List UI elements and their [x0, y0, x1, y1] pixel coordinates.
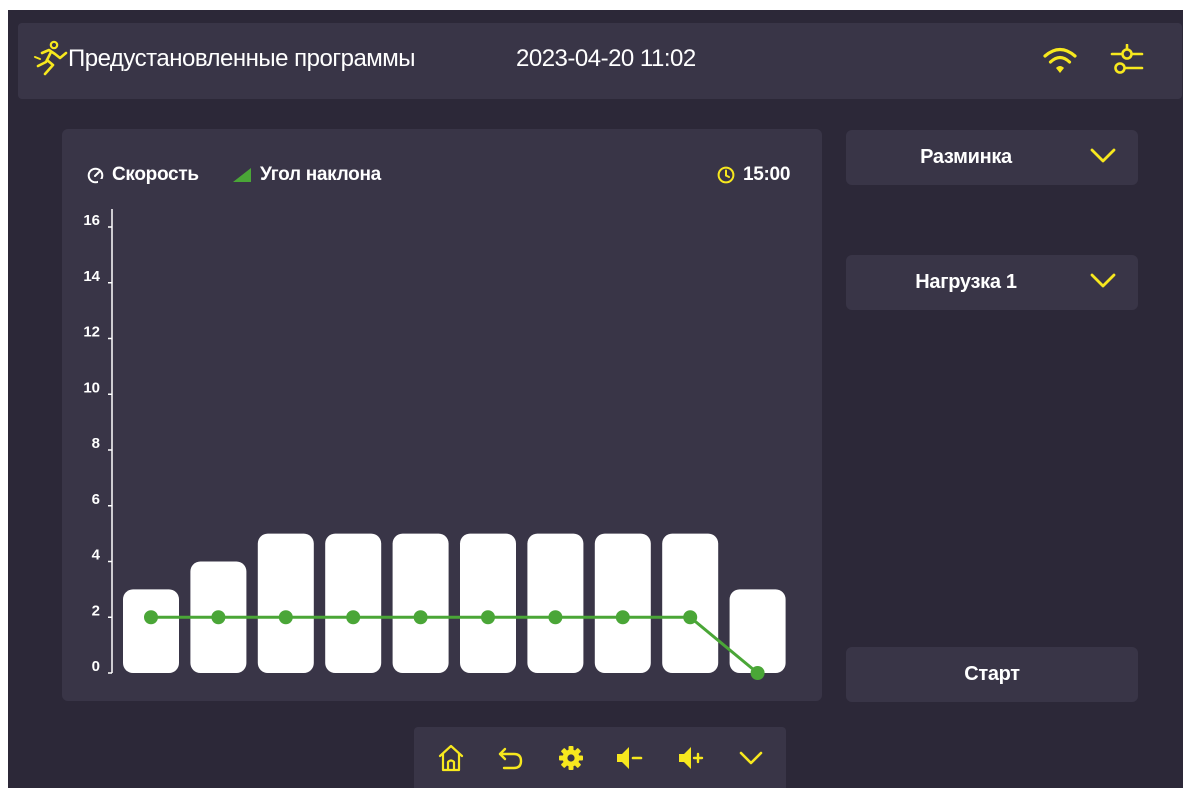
- settings-sliders-icon[interactable]: [1110, 44, 1144, 78]
- y-tick-label: 2: [92, 602, 100, 619]
- start-button[interactable]: Старт: [846, 647, 1138, 702]
- y-tick-label: 6: [92, 491, 100, 508]
- screen: Предустановленные программы 2023-04-20 1…: [8, 10, 1183, 788]
- load-dropdown[interactable]: Нагрузка 1: [846, 255, 1138, 310]
- incline-point: [548, 610, 563, 625]
- load-dropdown-value: Нагрузка 1: [915, 271, 1017, 293]
- y-tick-label: 8: [92, 435, 100, 452]
- speed-bar: [729, 589, 786, 673]
- speed-bar: [123, 589, 179, 673]
- bottom-nav-bar: [414, 727, 786, 788]
- y-tick-label: 12: [83, 324, 100, 341]
- chevron-down-icon: [1090, 148, 1116, 163]
- incline-point: [615, 610, 630, 625]
- incline-point: [211, 610, 226, 625]
- back-icon[interactable]: [496, 743, 526, 773]
- page-title: Предустановленные программы: [68, 45, 416, 72]
- program-dropdown[interactable]: Разминка: [846, 130, 1138, 185]
- incline-point: [413, 610, 428, 625]
- top-bar: Предустановленные программы 2023-04-20 1…: [18, 23, 1182, 99]
- speed-bar: [257, 533, 314, 673]
- volume-up-icon[interactable]: [676, 743, 706, 773]
- y-tick-label: 4: [92, 547, 101, 564]
- y-tick-label: 14: [83, 268, 100, 285]
- incline-point: [481, 610, 495, 625]
- volume-down-icon[interactable]: [614, 743, 644, 773]
- program-chart: 0 2 4 6 8 10 12 14 16: [83, 209, 786, 680]
- speed-bar: [527, 533, 584, 673]
- program-dropdown-value: Разминка: [920, 146, 1012, 168]
- y-tick-label: 10: [83, 379, 100, 396]
- incline-point: [278, 610, 293, 625]
- gear-icon[interactable]: [556, 743, 586, 773]
- datetime: 2023-04-20 11:02: [516, 45, 696, 72]
- incline-point: [750, 666, 765, 680]
- chevron-down-icon[interactable]: [736, 743, 766, 773]
- speed-bar: [325, 533, 382, 673]
- wifi-icon[interactable]: [1043, 46, 1077, 76]
- speed-bar: [460, 533, 516, 673]
- y-tick-label: 16: [83, 212, 100, 229]
- y-tick-label: 0: [92, 658, 100, 675]
- incline-point: [346, 610, 361, 625]
- runner-icon: [34, 40, 68, 76]
- chevron-down-icon: [1090, 273, 1116, 288]
- incline-point: [683, 610, 698, 625]
- speed-bar: [662, 533, 719, 673]
- speed-bar: [594, 533, 651, 673]
- home-icon[interactable]: [436, 743, 466, 773]
- incline-point: [144, 610, 158, 625]
- speed-bar: [392, 533, 449, 673]
- program-chart-panel: Скорость Угол наклона 15:00 0 2 4 6 8 10 12 14 1…: [62, 129, 822, 701]
